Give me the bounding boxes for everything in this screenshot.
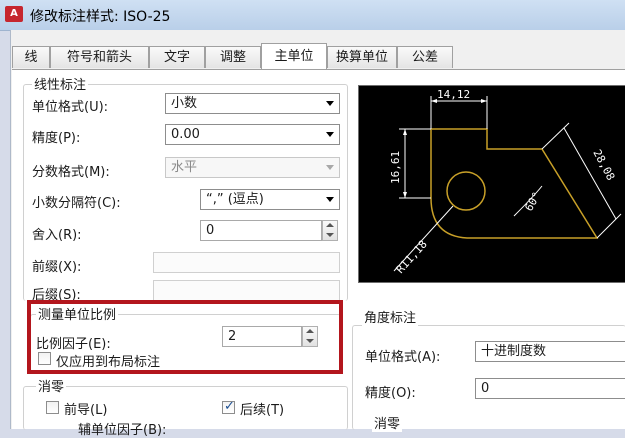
fraction-format-value: 水平	[171, 160, 198, 175]
zero-group-title: 消零	[36, 376, 67, 395]
window-title: 修改标注样式: ISO-25	[30, 9, 171, 25]
trailing-zero-checkbox[interactable]	[222, 399, 235, 414]
round-off-spinner[interactable]	[322, 220, 338, 241]
precision-value: 0.00	[171, 127, 200, 142]
unit-format-value: 小数	[171, 96, 198, 111]
angular-zero-group-title: 消零	[372, 413, 403, 432]
chevron-down-icon	[326, 101, 334, 106]
preview-pane: 14,12 16,61 28,08 60° R11,18	[358, 85, 625, 283]
decimal-separator-label: 小数分隔符(C):	[32, 196, 121, 211]
chevron-down-icon	[326, 197, 334, 202]
tab-tolerances[interactable]: 公差	[397, 46, 453, 68]
tab-lines[interactable]: 线	[12, 46, 50, 68]
angular-precision-value: 0	[481, 381, 490, 396]
fraction-format-label: 分数格式(M):	[32, 165, 110, 180]
linear-group-title: 线性标注	[32, 74, 89, 93]
suffix-input[interactable]	[153, 280, 340, 301]
trailing-zero-label: 后续(T)	[240, 403, 285, 418]
part-outline	[430, 128, 599, 239]
angular-group-title: 角度标注	[362, 307, 419, 326]
prefix-label: 前缀(X):	[32, 260, 82, 275]
app-icon: A	[5, 6, 23, 22]
tab-symbols-arrows[interactable]: 符号和箭头	[50, 46, 149, 68]
dim-top-text: 14,12	[437, 88, 470, 101]
leading-zero-checkbox[interactable]	[46, 401, 59, 414]
dim-angle-text: 60°	[522, 190, 543, 214]
tab-text[interactable]: 文字	[149, 46, 205, 68]
prefix-input[interactable]	[153, 252, 340, 273]
dim-radius-text: R11,18	[394, 238, 430, 276]
part-hole	[446, 171, 486, 211]
dim-left-text: 16,61	[389, 151, 402, 184]
tab-alternate-units[interactable]: 换算单位	[327, 46, 397, 68]
decimal-separator-value: “,” (逗点)	[206, 192, 264, 207]
decimal-separator-select[interactable]: “,” (逗点)	[200, 189, 340, 210]
tab-fit[interactable]: 调整	[205, 46, 261, 68]
title-bar: A 修改标注样式: ISO-25	[0, 0, 625, 31]
dim-right-text: 28,08	[590, 147, 617, 182]
precision-select[interactable]: 0.00	[165, 124, 340, 145]
spin-down-icon	[326, 233, 334, 237]
dimension-preview-drawing: 14,12 16,61 28,08 60° R11,18	[389, 88, 622, 276]
unit-format-label: 单位格式(U):	[32, 100, 109, 115]
angular-unit-format-label: 单位格式(A):	[365, 350, 441, 365]
angular-unit-format-select[interactable]: 十进制度数	[475, 341, 625, 362]
leading-zero-label: 前导(L)	[64, 403, 108, 418]
tab-primary-units[interactable]: 主单位	[261, 43, 327, 69]
angular-precision-select[interactable]: 0	[475, 378, 625, 399]
angular-precision-label: 精度(O):	[365, 386, 416, 401]
chevron-down-icon	[326, 132, 334, 137]
spin-up-icon	[326, 223, 334, 227]
angular-unit-format-value: 十进制度数	[481, 344, 547, 359]
round-off-input[interactable]: 0	[200, 220, 322, 241]
unit-format-select[interactable]: 小数	[165, 93, 340, 114]
chevron-down-icon	[326, 165, 334, 170]
precision-label: 精度(P):	[32, 131, 81, 146]
fraction-format-select[interactable]: 水平	[165, 157, 340, 178]
round-off-label: 舍入(R):	[32, 228, 82, 243]
highlight-box	[27, 300, 343, 374]
